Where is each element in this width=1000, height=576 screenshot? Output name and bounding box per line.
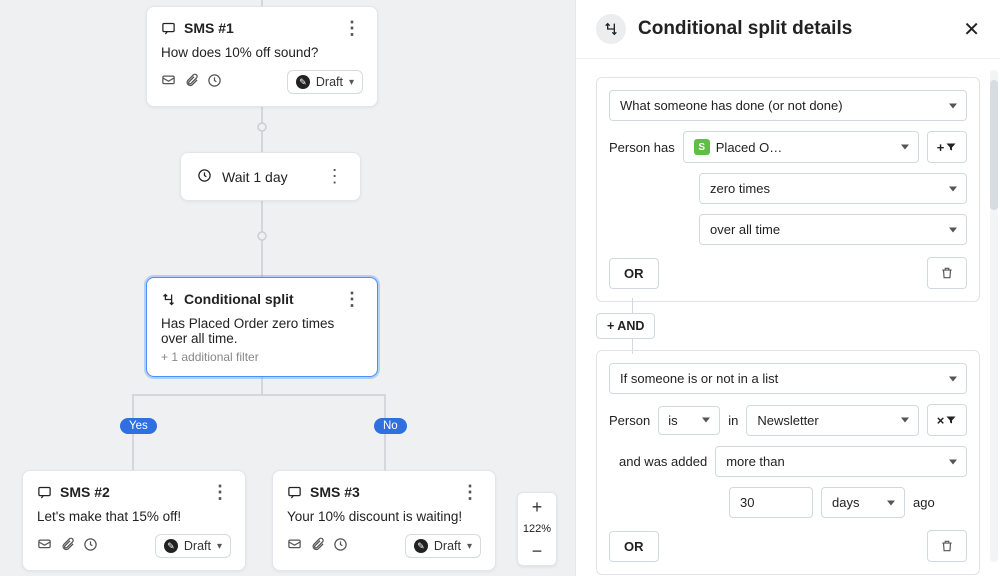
label-person-has: Person has (609, 140, 675, 155)
node-sms-2[interactable]: SMS #2 ⋮ Let's make that 15% off! ✎ Draf… (22, 470, 246, 571)
smart-send-icon[interactable] (207, 73, 222, 91)
count-select[interactable]: zero times (699, 173, 967, 204)
node-conditional-split[interactable]: Conditional split ⋮ Has Placed Order zer… (146, 277, 378, 377)
status-dropdown[interactable]: ✎ Draft ▾ (405, 534, 481, 558)
clock-icon (197, 168, 212, 186)
branch-label-no: No (374, 418, 407, 434)
node-more-icon[interactable]: ⋮ (341, 19, 363, 37)
shopify-icon: S (694, 139, 710, 155)
panel-scrollbar[interactable] (990, 70, 998, 562)
node-subtext: + 1 additional filter (161, 350, 363, 364)
number-input[interactable] (729, 487, 813, 518)
zoom-percent: 122% (523, 521, 551, 537)
attachment-icon[interactable] (184, 73, 199, 91)
status-label: Draft (434, 539, 461, 553)
list-select[interactable]: Newsletter (746, 405, 919, 436)
details-panel: Conditional split details ✕ What someone… (575, 0, 1000, 576)
zoom-in-button[interactable]: + (518, 493, 556, 521)
node-more-icon[interactable]: ⋮ (326, 166, 344, 187)
close-icon[interactable]: ✕ (963, 17, 980, 42)
and-joiner: + AND (596, 310, 980, 342)
node-body: Your 10% discount is waiting! (287, 509, 481, 524)
sms-icon (37, 485, 52, 500)
split-icon (161, 292, 176, 307)
node-more-icon[interactable]: ⋮ (209, 483, 231, 501)
draft-dot-icon: ✎ (164, 539, 178, 553)
sms-icon (161, 21, 176, 36)
or-button[interactable]: OR (609, 531, 659, 562)
preview-icon[interactable] (161, 73, 176, 91)
flow-canvas[interactable]: SMS #1 ⋮ How does 10% off sound? ✎ Draft… (0, 0, 575, 576)
wait-label: Wait 1 day (222, 169, 288, 185)
label-person: Person (609, 413, 650, 428)
smart-send-icon[interactable] (83, 537, 98, 555)
chevron-down-icon: ▾ (349, 77, 354, 88)
status-dropdown[interactable]: ✎ Draft ▾ (155, 534, 231, 558)
sms-icon (287, 485, 302, 500)
comparator-select[interactable]: more than (715, 446, 967, 477)
label-added: and was added (619, 454, 707, 469)
add-filter-button[interactable]: + (927, 131, 967, 163)
node-more-icon[interactable]: ⋮ (341, 290, 363, 308)
label-in: in (728, 413, 738, 428)
status-dropdown[interactable]: ✎ Draft ▾ (287, 70, 363, 94)
node-more-icon[interactable]: ⋮ (459, 483, 481, 501)
node-title: Conditional split (184, 291, 294, 307)
preview-icon[interactable] (287, 537, 302, 555)
node-sms-3[interactable]: SMS #3 ⋮ Your 10% discount is waiting! ✎… (272, 470, 496, 571)
label-ago: ago (913, 495, 935, 510)
status-label: Draft (184, 539, 211, 553)
delete-condition-button[interactable] (927, 257, 967, 289)
zoom-out-button[interactable]: − (518, 537, 556, 565)
draft-dot-icon: ✎ (296, 75, 310, 89)
node-body: Has Placed Order zero times over all tim… (161, 316, 363, 346)
draft-dot-icon: ✎ (414, 539, 428, 553)
range-select[interactable]: over all time (699, 214, 967, 245)
smart-send-icon[interactable] (333, 537, 348, 555)
node-sms-1[interactable]: SMS #1 ⋮ How does 10% off sound? ✎ Draft… (146, 6, 378, 107)
node-body: Let's make that 15% off! (37, 509, 231, 524)
relation-select[interactable]: is (658, 406, 720, 435)
delete-condition-button[interactable] (927, 530, 967, 562)
condition-type-select[interactable]: What someone has done (or not done) (609, 90, 967, 121)
metric-select[interactable]: S Placed O… (683, 131, 919, 163)
and-joiner-button[interactable]: + AND (596, 313, 655, 339)
chevron-down-icon: ▾ (467, 541, 472, 552)
status-label: Draft (316, 75, 343, 89)
or-button[interactable]: OR (609, 258, 659, 289)
attachment-icon[interactable] (60, 537, 75, 555)
unit-select[interactable]: days (821, 487, 905, 518)
panel-title: Conditional split details (638, 18, 951, 40)
condition-block-2: If someone is or not in a list Person is… (596, 350, 980, 575)
remove-filter-button[interactable]: × (927, 404, 967, 436)
attachment-icon[interactable] (310, 537, 325, 555)
condition-block-1: What someone has done (or not done) Pers… (596, 77, 980, 302)
node-title: SMS #3 (310, 484, 360, 500)
panel-icon (596, 14, 626, 44)
chevron-down-icon: ▾ (217, 541, 222, 552)
preview-icon[interactable] (37, 537, 52, 555)
node-body: How does 10% off sound? (161, 45, 363, 60)
condition-type-select[interactable]: If someone is or not in a list (609, 363, 967, 394)
branch-label-yes: Yes (120, 418, 157, 434)
node-title: SMS #2 (60, 484, 110, 500)
node-title: SMS #1 (184, 20, 234, 36)
node-wait[interactable]: Wait 1 day ⋮ (180, 152, 361, 201)
zoom-control: + 122% − (517, 492, 557, 566)
